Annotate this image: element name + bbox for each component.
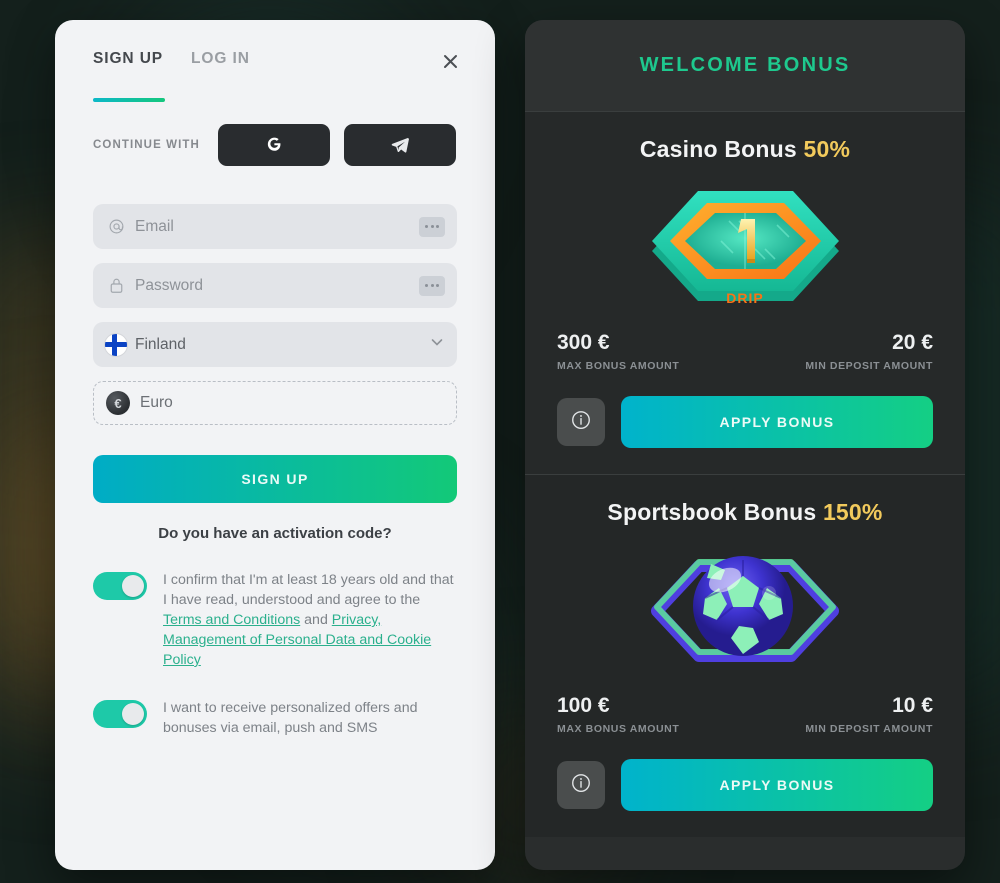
google-icon xyxy=(265,136,283,154)
casino-bonus-name: Casino Bonus xyxy=(639,136,797,162)
currency-select-value: Euro xyxy=(140,394,173,411)
sportsbook-bonus-actions: APPLY BONUS xyxy=(557,759,933,811)
consent-marketing-toggle[interactable] xyxy=(93,700,147,728)
info-icon xyxy=(570,772,592,799)
google-login-button[interactable] xyxy=(217,124,330,166)
casino-apply-bonus-button[interactable]: APPLY BONUS xyxy=(621,396,933,448)
consent-marketing-row: I want to receive personalized offers an… xyxy=(93,698,457,738)
sportsbook-bonus-title: Sportsbook Bonus 150% xyxy=(557,499,933,526)
casino-hexagon-icon: DRIP xyxy=(557,169,933,327)
casino-max-bonus-block: 300 € MAX BONUS AMOUNT xyxy=(557,331,679,372)
sportsbook-min-deposit-block: 10 € MIN DEPOSIT AMOUNT xyxy=(805,694,933,735)
tab-sign-up[interactable]: SIGN UP xyxy=(93,50,163,72)
consent-marketing-label: I want to receive personalized offers an… xyxy=(163,700,418,736)
lock-icon xyxy=(105,277,127,294)
continue-with-label: CONTINUE WITH xyxy=(93,139,200,151)
password-autofill-badge[interactable] xyxy=(419,275,445,296)
sportsbook-max-bonus-label: MAX BONUS AMOUNT xyxy=(557,723,680,735)
telegram-login-button[interactable] xyxy=(343,124,456,166)
info-icon xyxy=(570,409,592,436)
email-field[interactable]: Email xyxy=(93,204,457,249)
sportsbook-bonus-amounts: 100 € MAX BONUS AMOUNT 10 € MIN DEPOSIT … xyxy=(557,694,933,735)
password-field[interactable]: Password xyxy=(93,263,457,308)
auth-tabs: SIGN UP LOG IN xyxy=(93,50,457,102)
casino-bonus-title: Casino Bonus 50% xyxy=(557,136,933,163)
sign-up-submit-button[interactable]: SIGN UP xyxy=(93,455,457,503)
sportsbook-bonus-name: Sportsbook Bonus xyxy=(607,499,817,525)
bonus-panel-header: WELCOME BONUS xyxy=(525,20,965,112)
casino-min-deposit-label: MIN DEPOSIT AMOUNT xyxy=(805,360,933,372)
finland-flag-icon xyxy=(105,333,127,356)
sportsbook-bonus-percent: 150% xyxy=(822,499,883,525)
sportsbook-info-button[interactable] xyxy=(557,761,605,809)
casino-min-deposit-value: 20 € xyxy=(892,331,933,354)
soccer-ball-icon xyxy=(557,532,933,690)
close-icon[interactable] xyxy=(435,46,465,76)
casino-bonus-amounts: 300 € MAX BONUS AMOUNT 20 € MIN DEPOSIT … xyxy=(557,331,933,372)
continue-with-row: CONTINUE WITH xyxy=(93,124,457,166)
password-input-placeholder: Password xyxy=(135,276,204,294)
country-select-value: Finland xyxy=(135,335,186,353)
euro-coin-icon: € xyxy=(106,391,130,415)
sportsbook-apply-bonus-button[interactable]: APPLY BONUS xyxy=(621,759,933,811)
casino-bonus-actions: APPLY BONUS xyxy=(557,396,933,448)
email-autofill-badge[interactable] xyxy=(419,216,445,237)
activation-code-link[interactable]: Do you have an activation code? xyxy=(93,525,457,542)
consent-age-terms-toggle[interactable] xyxy=(93,572,147,600)
casino-min-deposit-block: 20 € MIN DEPOSIT AMOUNT xyxy=(805,331,933,372)
terms-and-conditions-link[interactable]: Terms and Conditions xyxy=(163,612,300,628)
casino-info-button[interactable] xyxy=(557,398,605,446)
bonus-panel-title: WELCOME BONUS xyxy=(639,54,851,76)
active-tab-underline xyxy=(93,98,165,102)
social-login-buttons xyxy=(217,124,456,166)
bonus-card-sportsbook: Sportsbook Bonus 150% 100 € MAX BONUS AM… xyxy=(525,474,965,837)
currency-select[interactable]: € Euro xyxy=(93,381,457,425)
sportsbook-max-bonus-value: 100 € xyxy=(557,694,610,717)
casino-max-bonus-label: MAX BONUS AMOUNT xyxy=(557,360,680,372)
consent-text-middle: and xyxy=(300,612,332,628)
sportsbook-max-bonus-block: 100 € MAX BONUS AMOUNT xyxy=(557,694,679,735)
sportsbook-min-deposit-label: MIN DEPOSIT AMOUNT xyxy=(805,723,933,735)
sportsbook-min-deposit-value: 10 € xyxy=(892,694,933,717)
casino-bonus-percent: 50% xyxy=(803,136,851,162)
telegram-icon xyxy=(390,135,410,155)
tab-log-in[interactable]: LOG IN xyxy=(191,50,250,72)
at-icon xyxy=(105,218,127,235)
country-select[interactable]: Finland xyxy=(93,322,457,367)
email-input-placeholder: Email xyxy=(135,217,174,235)
welcome-bonus-panel: WELCOME BONUS Casino Bonus 50% DRIP 300 … xyxy=(525,20,965,870)
svg-text:DRIP: DRIP xyxy=(726,290,763,306)
consent-age-terms-label: I confirm that I'm at least 18 years old… xyxy=(163,570,457,670)
casino-max-bonus-value: 300 € xyxy=(557,331,610,354)
chevron-down-icon xyxy=(429,334,445,355)
consent-text-before: I confirm that I'm at least 18 years old… xyxy=(163,572,454,608)
consent-age-terms-row: I confirm that I'm at least 18 years old… xyxy=(93,570,457,670)
signup-dialog: SIGN UP LOG IN CONTINUE WITH Email Passw… xyxy=(55,20,495,870)
bonus-card-casino: Casino Bonus 50% DRIP 300 € MAX BONUS AM… xyxy=(525,112,965,474)
